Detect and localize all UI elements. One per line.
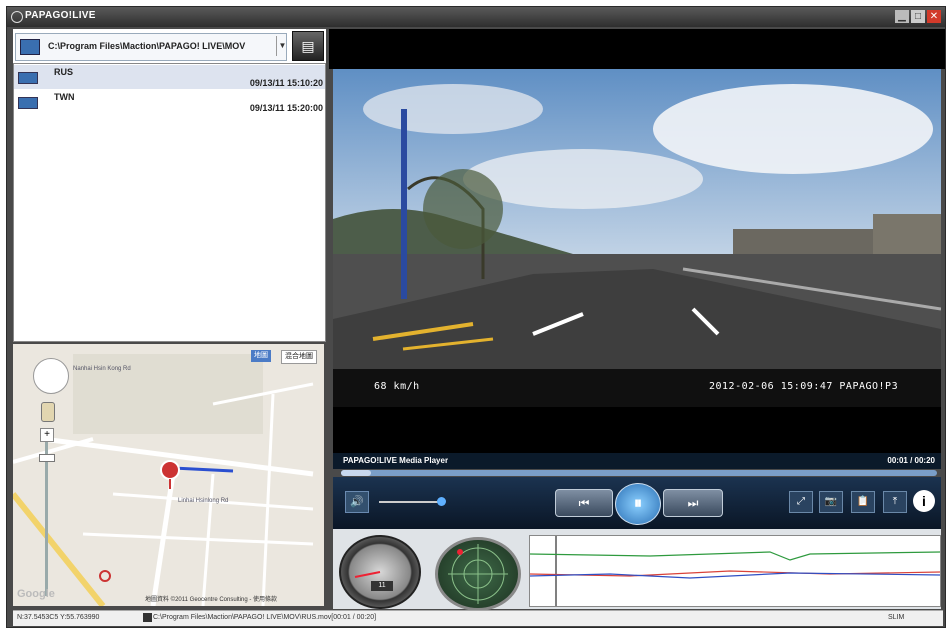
gauges-panel: 11 [333, 529, 941, 611]
file-list: RUS 09/13/11 15:10:20 TWN 09/13/11 15:20… [13, 63, 326, 342]
previous-button[interactable]: ⏮ [555, 489, 613, 517]
speedometer-value: 11 [371, 581, 393, 591]
folder-path-bar: C:\Program Files\Maction\PAPAGO! LIVE\MO… [13, 29, 326, 63]
map-tab-hybrid[interactable]: 混合地圖 [281, 350, 317, 364]
map-label: Nanhai Hsin Kong Rd [73, 366, 131, 372]
minimize-button[interactable]: ▁ [895, 10, 909, 23]
app-window: PAPAGO!LIVE ▁ □ ✕ C:\Program Files\Macti… [6, 6, 946, 628]
map-copyright[interactable]: 地圖資料 ©2011 Geocentre Consulting - 使用條款 [145, 594, 277, 603]
street-view-pegman-icon[interactable] [41, 402, 55, 422]
video-bottom-bar [333, 407, 941, 453]
window-title: PAPAGO!LIVE [25, 10, 96, 21]
status-bar: N:37.5453C5 Y:55.763990 C:\Program Files… [13, 610, 943, 626]
volume-icon[interactable]: 🔊 [345, 491, 369, 513]
next-button[interactable]: ⏭ [663, 489, 723, 517]
video-file-icon [18, 72, 38, 84]
gps-radar-gauge [435, 537, 521, 611]
clipboard-icon[interactable]: 📋 [851, 491, 875, 513]
map-zoom-handle[interactable] [39, 454, 55, 462]
speedometer-gauge: 11 [339, 535, 421, 609]
map-zoom-in-button[interactable]: + [40, 428, 54, 442]
upload-icon[interactable]: ⤒ [883, 491, 907, 513]
folder-path-select[interactable]: C:\Program Files\Maction\PAPAGO! LIVE\MO… [15, 33, 287, 61]
gps-coordinates: N:37.5453C5 Y:55.763990 [17, 614, 100, 621]
status-right: SLIM [888, 614, 905, 621]
close-button[interactable]: ✕ [927, 10, 941, 23]
timestamp-overlay: 2012-02-06 15:09:47 PAPAGO!P3 [709, 381, 899, 392]
map-label: Linhai Hsinlong Rd [178, 498, 229, 504]
folder-path-text: C:\Program Files\Maction\PAPAGO! LIVE\MO… [48, 41, 246, 51]
file-name: TWN [54, 92, 75, 102]
file-row-rus[interactable]: RUS 09/13/11 15:10:20 [14, 65, 325, 89]
seek-progress [341, 470, 371, 476]
fullscreen-icon[interactable]: ⤢ [789, 491, 813, 513]
volume-slider[interactable] [379, 501, 441, 503]
volume-handle[interactable] [437, 497, 446, 506]
map-tab-map[interactable]: 地圖 [251, 350, 271, 362]
radar-grid [448, 544, 508, 604]
player-controls: 🔊 ⏮ ⏸ ⏭ ⤢ 📷 📋 ⤒ i [333, 477, 941, 529]
pause-button[interactable]: ⏸ [615, 483, 661, 525]
speedometer-needle [354, 571, 381, 578]
camera-icon[interactable]: 📷 [819, 491, 843, 513]
file-datetime: 09/13/11 15:10:20 [249, 78, 323, 88]
sensor-graph-lines [529, 536, 941, 606]
seek-bar[interactable] [341, 470, 937, 476]
video-frame[interactable] [333, 69, 941, 407]
file-name: RUS [54, 67, 74, 77]
maximize-button[interactable]: □ [911, 10, 925, 23]
player-title: PAPAGO!LIVE Media Player [343, 456, 449, 465]
video-top-bar [329, 29, 945, 69]
open-folder-button[interactable]: ▤ [292, 31, 324, 61]
google-logo: Google [17, 588, 55, 600]
file-datetime: 09/13/11 15:20:00 [249, 103, 323, 113]
player-time: 00:01 / 00:20 [887, 456, 935, 465]
drive-icon [20, 39, 40, 55]
map-pan-control[interactable] [33, 358, 69, 394]
dashcam-scene [333, 69, 941, 407]
file-row-twn[interactable]: TWN 09/13/11 15:20:00 [14, 90, 325, 114]
player-header: PAPAGO!LIVE Media Player 00:01 / 00:20 [333, 453, 941, 469]
title-bar[interactable]: PAPAGO!LIVE ▁ □ ✕ [7, 7, 945, 27]
folder-icon: ▤ [301, 38, 315, 54]
chevron-down-icon[interactable]: ▼ [276, 36, 288, 56]
sensor-graph [529, 535, 941, 607]
map-panel[interactable]: 地圖 混合地圖 + Nanhai Hsin Kong Rd Linhai Hsi… [13, 344, 324, 606]
speed-overlay: 68 km/h [374, 381, 420, 392]
app-logo-icon [11, 11, 23, 23]
video-file-icon [18, 97, 38, 109]
file-icon [143, 613, 152, 622]
current-file-status: C:\Program Files\Maction\PAPAGO! LIVE\MO… [153, 614, 377, 621]
info-button[interactable]: i [913, 490, 935, 512]
